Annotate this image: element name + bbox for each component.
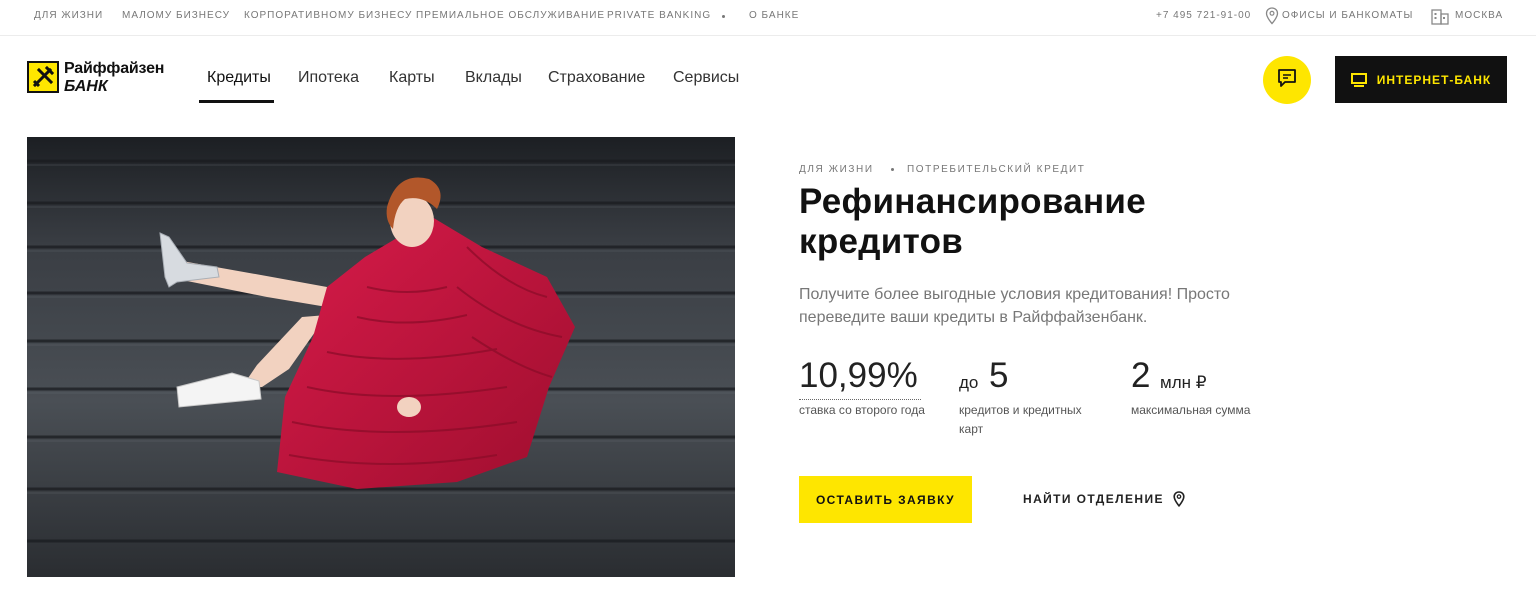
- stat-loans-prefix: до: [959, 373, 979, 392]
- page-description: Получите более выгодные условия кредитов…: [799, 286, 1230, 326]
- top-utility-bar: Для жизни Малому бизнесу Корпоративному …: [0, 0, 1536, 36]
- raiffeisen-logo[interactable]: Райффайзен БАНК: [27, 60, 177, 96]
- topbar-link-corporate[interactable]: Корпоративному бизнесу: [244, 10, 412, 21]
- logo-text-line1: Райффайзен: [64, 60, 165, 77]
- chat-button[interactable]: [1263, 56, 1311, 104]
- apply-button[interactable]: Оставить заявку: [799, 476, 972, 523]
- chat-bubble-icon: [1276, 67, 1298, 94]
- stat-loans-value: 5: [989, 356, 1009, 395]
- nav-item-credits[interactable]: Кредиты: [207, 69, 271, 87]
- page-title-line2: кредитов: [799, 222, 964, 261]
- topbar-link-small-business[interactable]: Малому бизнесу: [122, 10, 230, 21]
- stat-loans-label: кредитов и кредитных карт: [959, 403, 1082, 436]
- internet-bank-label: Интернет-банк: [1376, 72, 1492, 87]
- hero-image: [27, 137, 735, 577]
- topbar-link-private-banking[interactable]: Private Banking: [607, 10, 711, 21]
- topbar-link-premium[interactable]: Премиальное обслуживание: [416, 10, 605, 21]
- stat-rate-underline: [799, 399, 921, 400]
- logo-text-line2: БАНК: [64, 78, 108, 95]
- find-branch-label: Найти отделение: [1023, 492, 1164, 506]
- stat-max-label: максимальная сумма: [1131, 403, 1251, 417]
- nav-item-cards[interactable]: Карты: [389, 69, 435, 87]
- stat-max-value: 2: [1131, 356, 1151, 395]
- stat-rate-value: 10,99%: [799, 356, 918, 395]
- monitor-icon: [1350, 72, 1367, 87]
- nav-item-mortgage[interactable]: Ипотека: [298, 69, 359, 87]
- topbar-link-about[interactable]: О банке: [749, 10, 799, 21]
- topbar-phone[interactable]: +7 495 721-91-00: [1156, 10, 1251, 21]
- nav-item-deposits[interactable]: Вклады: [465, 69, 522, 87]
- internet-bank-button[interactable]: Интернет-банк: [1335, 56, 1507, 103]
- topbar-offices-link[interactable]: Офисы и банкоматы: [1282, 10, 1413, 21]
- hero-illustration: [27, 137, 735, 577]
- location-pin-icon: [1173, 491, 1185, 507]
- logo-mark-icon: [27, 61, 59, 93]
- topbar-separator-dot: [722, 15, 725, 18]
- stat-max-unit: млн ₽: [1160, 373, 1207, 392]
- topbar-city-selector[interactable]: Москва: [1455, 10, 1503, 21]
- page-title-line1: Рефинансирование: [799, 182, 1147, 221]
- stat-rate-label: ставка со второго года: [799, 403, 925, 417]
- topbar-link-personal[interactable]: Для жизни: [34, 10, 103, 21]
- nav-item-services[interactable]: Сервисы: [673, 69, 739, 87]
- location-pin-icon: [1265, 7, 1279, 30]
- breadcrumb-separator: [891, 168, 894, 171]
- nav-item-insurance[interactable]: Страхование: [548, 69, 645, 87]
- nav-active-indicator: [199, 100, 274, 103]
- page-title: Рефинансирование кредитов: [799, 182, 1259, 262]
- breadcrumb-consumer-credit[interactable]: Потребительский кредит: [907, 164, 1085, 175]
- find-branch-link[interactable]: Найти отделение: [1023, 491, 1185, 507]
- breadcrumb-personal[interactable]: Для жизни: [799, 164, 874, 175]
- building-icon: [1431, 7, 1449, 30]
